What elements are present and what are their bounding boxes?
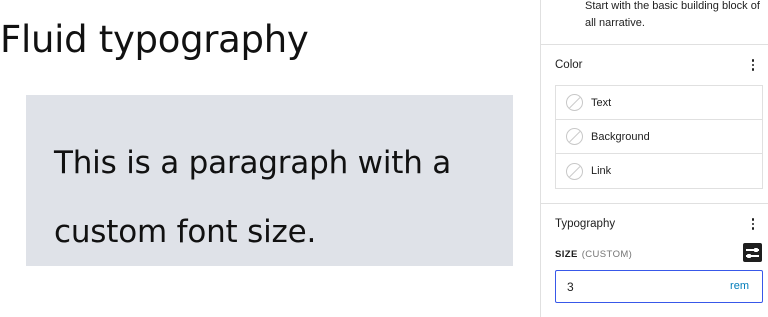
color-item-text[interactable]: Text [556, 86, 762, 120]
color-item-label: Background [591, 130, 650, 143]
size-label-text: SIZE [555, 249, 578, 260]
color-panel-title[interactable]: Color [555, 59, 582, 71]
typography-options-menu-icon[interactable] [745, 215, 761, 233]
swatch-empty-icon [566, 128, 583, 145]
unit-select[interactable]: rem [730, 280, 749, 292]
color-item-background[interactable]: Background [556, 120, 762, 154]
heading-block[interactable]: Fluid typography [0, 18, 309, 61]
font-size-input[interactable] [567, 272, 707, 301]
color-list: Text Background Link [555, 85, 763, 189]
divider [541, 44, 768, 45]
swatch-empty-icon [566, 94, 583, 111]
font-size-label: SIZE (CUSTOM) [555, 249, 632, 260]
block-description: Start with the basic building block of a… [585, 0, 760, 29]
color-item-label: Text [591, 96, 612, 109]
custom-size-settings-icon[interactable] [743, 243, 762, 262]
paragraph-block[interactable]: This is a paragraph with a custom font s… [26, 95, 513, 266]
font-size-field: rem [555, 270, 763, 303]
size-mode-text: (CUSTOM) [581, 249, 633, 260]
divider [541, 203, 768, 204]
color-item-label: Link [591, 165, 612, 177]
block-inspector-sidebar: Start with the basic building block of a… [540, 0, 768, 317]
swatch-empty-icon [566, 162, 583, 180]
paragraph-text[interactable]: This is a paragraph with a custom font s… [54, 129, 494, 267]
color-item-link[interactable]: Link [556, 154, 762, 188]
editor-canvas: Fluid typography This is a paragraph wit… [0, 0, 540, 317]
typography-panel-title[interactable]: Typography [555, 218, 615, 230]
color-options-menu-icon[interactable] [745, 56, 761, 74]
